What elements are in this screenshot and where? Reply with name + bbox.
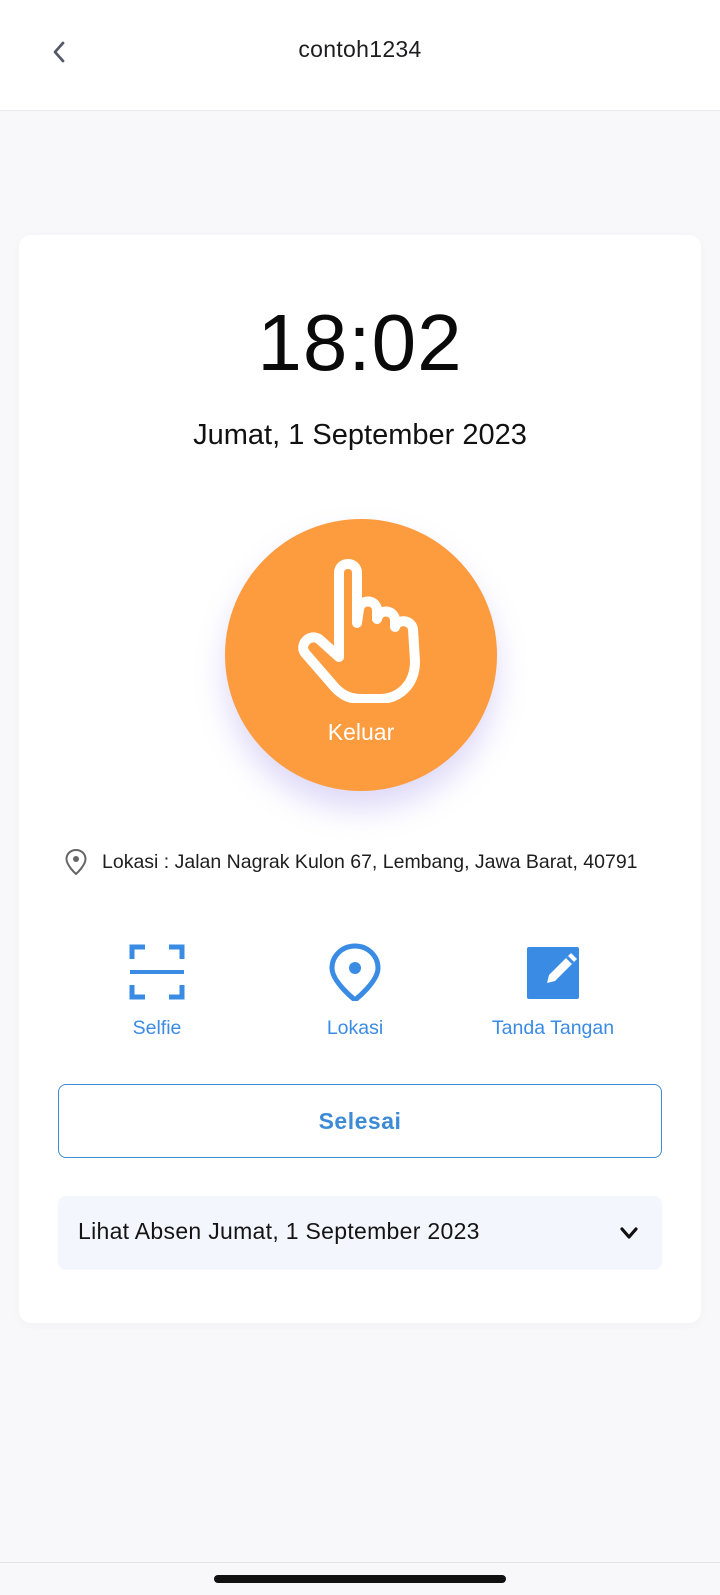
signature-action[interactable]: Tanda Tangan xyxy=(453,943,653,1043)
map-pin-outline-icon xyxy=(65,848,87,876)
finish-button[interactable]: Selesai xyxy=(58,1084,662,1158)
selfie-label: Selfie xyxy=(132,1017,182,1039)
scan-frame-icon xyxy=(129,944,185,1000)
hand-pointer-icon xyxy=(298,559,420,703)
bottom-divider xyxy=(0,1562,720,1563)
action-row: Selfie Lokasi Tanda Tangan xyxy=(19,943,701,1043)
page-title: contoh1234 xyxy=(298,36,422,62)
attendance-history-dropdown[interactable]: Lihat Absen Jumat, 1 September 2023 xyxy=(58,1196,662,1270)
location-text: Lokasi : Jalan Nagrak Kulon 67, Lembang,… xyxy=(102,850,638,873)
current-date: Jumat, 1 September 2023 xyxy=(193,419,527,451)
clock-out-label: Keluar xyxy=(327,719,395,745)
location-pin-icon xyxy=(329,943,381,1001)
location-action[interactable]: Lokasi xyxy=(255,943,455,1043)
chevron-down-icon xyxy=(620,1227,638,1239)
home-indicator[interactable] xyxy=(214,1575,506,1583)
current-time: 18:02 xyxy=(257,298,463,387)
selfie-action[interactable]: Selfie xyxy=(57,943,257,1043)
attendance-card: 18:02 Jumat, 1 September 2023 Keluar Lok… xyxy=(19,235,701,1323)
clock-out-button[interactable]: Keluar xyxy=(225,519,497,791)
location-info: Lokasi : Jalan Nagrak Kulon 67, Lembang,… xyxy=(64,847,638,877)
signature-label: Tanda Tangan xyxy=(491,1017,615,1039)
finish-button-label: Selesai xyxy=(318,1107,402,1134)
app-header: contoh1234 xyxy=(0,0,720,111)
location-label: Lokasi xyxy=(326,1017,384,1039)
edit-signature-icon xyxy=(527,947,579,999)
history-label: Lihat Absen Jumat, 1 September 2023 xyxy=(78,1218,480,1244)
